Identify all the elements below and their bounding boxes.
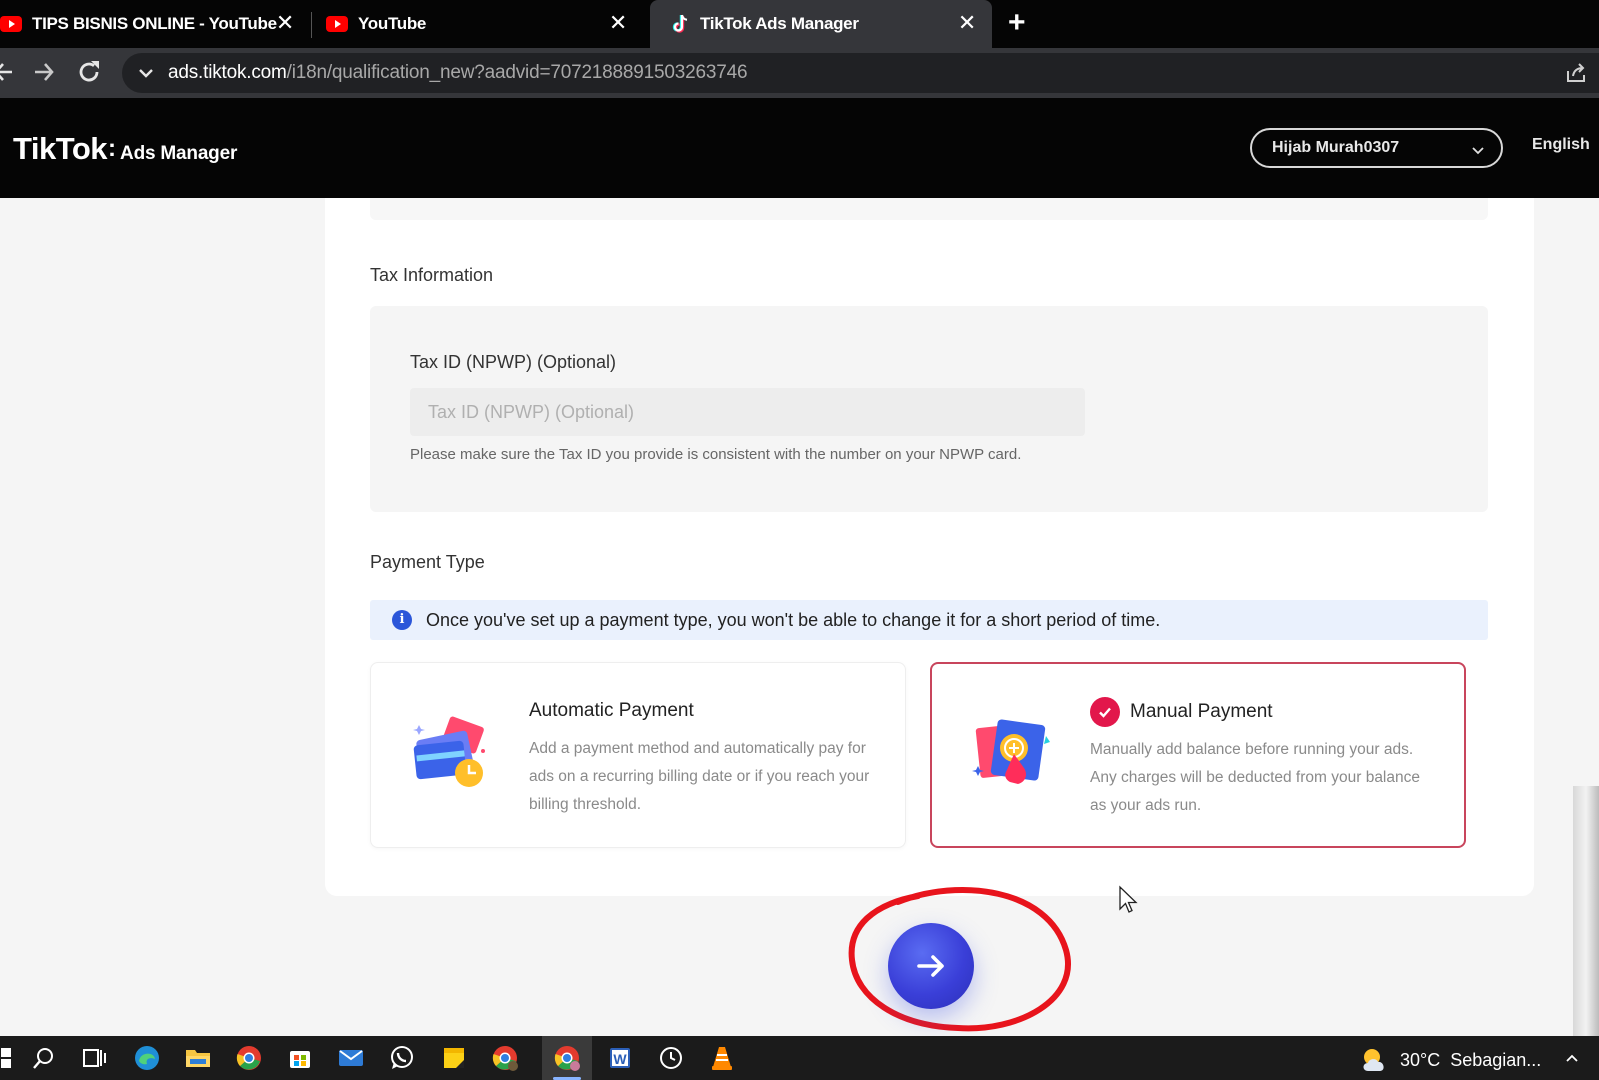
- weather-temperature: 30°C: [1400, 1049, 1441, 1070]
- automatic-payment-description: Add a payment method and automatically p…: [529, 740, 870, 813]
- url-path: /i18n/qualification_new?aadvid=707218889…: [286, 62, 748, 83]
- manual-payment-description: Manually add balance before running your…: [1090, 741, 1420, 814]
- arrow-right-icon: [917, 955, 944, 977]
- edge-icon[interactable]: [133, 1044, 161, 1072]
- tiktok-icon: [672, 14, 690, 34]
- automatic-payment-option[interactable]: Automatic Payment Add a payment method a…: [370, 662, 906, 848]
- language-selector[interactable]: English: [1532, 136, 1590, 154]
- tax-section-title: Tax Information: [370, 265, 494, 285]
- tax-id-hint: Please make sure the Tax ID you provide …: [410, 446, 1022, 463]
- payment-notice: i Once you've set up a payment type, you…: [370, 600, 1488, 640]
- clock-icon[interactable]: [657, 1044, 685, 1072]
- chrome-icon[interactable]: [235, 1044, 263, 1072]
- windows-start-icon[interactable]: [0, 1044, 22, 1072]
- tab-youtube[interactable]: YouTube ✕: [326, 0, 643, 48]
- automatic-payment-title: Automatic Payment: [529, 700, 694, 721]
- tab-tips-bisnis[interactable]: TIPS BISNIS ONLINE - YouTube ✕: [0, 0, 310, 48]
- qualification-card: Tax Information Tax ID (NPWP) (Optional)…: [325, 198, 1534, 896]
- new-tab-button[interactable]: +: [1008, 8, 1026, 38]
- file-explorer-icon[interactable]: [184, 1044, 212, 1072]
- tax-id-label: Tax ID (NPWP) (Optional): [410, 352, 617, 372]
- tab-tiktok-ads-manager[interactable]: TikTok Ads Manager ✕: [650, 0, 992, 48]
- side-decoration: [1573, 786, 1599, 1036]
- tab-title: TIPS BISNIS ONLINE - YouTube: [32, 14, 277, 33]
- close-tab-icon[interactable]: ✕: [956, 12, 978, 35]
- weather-widget[interactable]: 30°C Sebagian...: [1360, 1047, 1541, 1073]
- url-field[interactable]: ads.tiktok.com/i18n/qualification_new?aa…: [122, 53, 1599, 93]
- next-button[interactable]: [888, 923, 974, 1009]
- store-icon[interactable]: [286, 1044, 314, 1072]
- youtube-icon: [326, 16, 348, 32]
- selected-check-icon: [1090, 697, 1120, 727]
- mouse-cursor-icon: [1119, 885, 1138, 913]
- logo-separator: :: [108, 135, 117, 162]
- reload-icon[interactable]: [76, 58, 102, 91]
- tab-title: YouTube: [358, 14, 427, 33]
- account-selector[interactable]: Hijab Murah0307: [1250, 128, 1503, 168]
- whatsapp-icon[interactable]: [388, 1044, 416, 1072]
- task-view-icon[interactable]: [81, 1044, 109, 1072]
- tax-info-box: Tax ID (NPWP) (Optional) Please make sur…: [370, 306, 1488, 512]
- logo-sub: Ads Manager: [120, 143, 238, 164]
- partly-cloudy-icon: [1363, 1049, 1384, 1071]
- url-host: ads.tiktok.com: [168, 62, 287, 83]
- previous-section-bottom: [370, 198, 1488, 220]
- chrome-profile-icon[interactable]: [491, 1044, 519, 1072]
- chrome-active-icon[interactable]: [553, 1044, 581, 1072]
- tiktok-ads-manager-logo[interactable]: TikTok : Ads Manager: [13, 131, 237, 167]
- close-tab-icon[interactable]: ✕: [607, 12, 629, 35]
- close-tab-icon[interactable]: ✕: [274, 12, 296, 35]
- tab-title: TikTok Ads Manager: [700, 14, 859, 33]
- chevron-down-icon: [1471, 142, 1485, 160]
- account-name: Hijab Murah0307: [1272, 139, 1400, 156]
- vlc-icon[interactable]: [708, 1044, 736, 1072]
- svg-text:W: W: [613, 1051, 627, 1067]
- share-icon[interactable]: [1565, 62, 1587, 89]
- credit-card-clock-icon: [413, 716, 485, 787]
- manual-payment-icon: [972, 719, 1050, 784]
- payment-section-title: Payment Type: [370, 552, 485, 572]
- site-header: TikTok : Ads Manager Hijab Murah0307 Eng…: [0, 98, 1599, 198]
- address-bar: ads.tiktok.com/i18n/qualification_new?aa…: [0, 48, 1599, 98]
- payment-notice-text: Once you've set up a payment type, you w…: [426, 609, 1161, 630]
- search-icon[interactable]: [30, 1044, 58, 1072]
- weather-text: Sebagian...: [1450, 1049, 1542, 1070]
- manual-payment-option[interactable]: Manual Payment Manually add balance befo…: [930, 662, 1466, 848]
- mail-icon[interactable]: [337, 1044, 365, 1072]
- chevron-up-icon[interactable]: [1566, 1050, 1578, 1068]
- windows-taskbar: W 30°C Sebagian...: [0, 1036, 1599, 1080]
- chevron-down-icon[interactable]: [138, 68, 154, 78]
- manual-payment-title: Manual Payment: [1130, 701, 1273, 722]
- logo-main: TikTok: [13, 131, 108, 166]
- tax-id-input[interactable]: [410, 388, 1085, 436]
- sticky-notes-icon[interactable]: [440, 1044, 468, 1072]
- tab-separator: [311, 12, 312, 38]
- youtube-icon: [0, 16, 22, 32]
- word-icon[interactable]: W: [606, 1044, 634, 1072]
- back-icon[interactable]: [0, 58, 14, 91]
- info-icon: i: [392, 610, 412, 630]
- browser-tab-bar: TIPS BISNIS ONLINE - YouTube ✕ YouTube ✕…: [0, 0, 1599, 48]
- forward-icon[interactable]: [32, 58, 56, 91]
